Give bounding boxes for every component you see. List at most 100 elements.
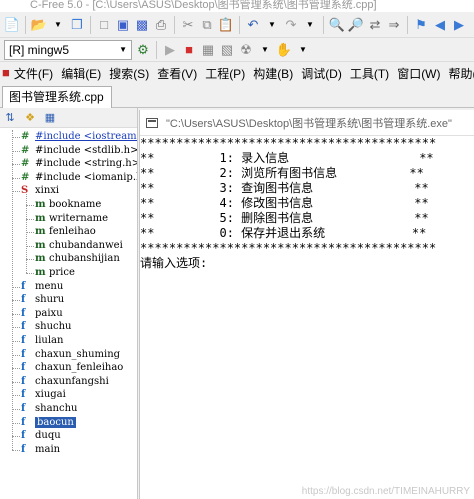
compile-icon[interactable]: ⚙ bbox=[135, 42, 151, 58]
tree-connector bbox=[26, 259, 34, 261]
console-line: ** 5: 删除图书信息 ** bbox=[140, 211, 429, 225]
console-window: "C:\Users\ASUS\Desktop\图书管理系统\图书管理系统.exe… bbox=[139, 110, 474, 499]
console-line: ** 4: 修改图书信息 ** bbox=[140, 196, 429, 210]
tab-source-file[interactable]: 图书管理系统.cpp bbox=[2, 86, 112, 108]
dropdown-arrow-icon[interactable]: ▼ bbox=[302, 17, 318, 33]
tree-function[interactable]: f menu bbox=[21, 280, 63, 294]
function-icon: f bbox=[21, 362, 26, 374]
tree-connector bbox=[12, 341, 20, 342]
main-toolbar: 📄 📂 ▼ ❐ □ ▣ ▩ ⎙ ✂ ⧉ 📋 ↶ ▼ ↷ ▼ 🔍 🔎 ⇄ ⇒ ⚑ … bbox=[0, 12, 474, 38]
sort-icon[interactable]: ⇅ bbox=[2, 110, 18, 126]
tree-function[interactable]: f duqu bbox=[21, 429, 61, 443]
paste-icon[interactable]: 📋 bbox=[218, 17, 234, 33]
menu-help[interactable]: 帮助(H) bbox=[445, 65, 474, 82]
dropdown-arrow-icon[interactable]: ▼ bbox=[257, 42, 273, 58]
tree-function-label: paixu bbox=[35, 307, 63, 319]
save-icon[interactable]: ▣ bbox=[115, 17, 131, 33]
function-icon: f bbox=[21, 389, 26, 401]
menu-tools[interactable]: 工具(T) bbox=[346, 65, 393, 82]
menu-build[interactable]: 构建(B) bbox=[249, 65, 297, 82]
tree-function[interactable]: f chaxunfangshi bbox=[21, 375, 109, 389]
tree-function[interactable]: f main bbox=[21, 443, 60, 457]
tree-function[interactable]: f xiugai bbox=[21, 388, 66, 402]
dropdown-arrow-icon[interactable]: ▼ bbox=[295, 42, 311, 58]
find-next-icon[interactable]: 🔎 bbox=[348, 17, 364, 33]
undo-icon[interactable]: ↶ bbox=[245, 17, 261, 33]
open-project-icon[interactable]: ❐ bbox=[69, 17, 85, 33]
menu-search[interactable]: 搜索(S) bbox=[105, 65, 153, 82]
filter-icon[interactable]: ❖ bbox=[22, 110, 38, 126]
bookmark-prev-icon[interactable]: ◀ bbox=[432, 17, 448, 33]
tree-include[interactable]: # #include <stdlib.h> bbox=[21, 144, 137, 158]
open-folder-icon[interactable]: 📂 bbox=[31, 17, 47, 33]
tree-function[interactable]: f shuchu bbox=[21, 320, 72, 334]
copy-icon[interactable]: ⧉ bbox=[199, 17, 215, 33]
menu-project[interactable]: 工程(P) bbox=[201, 65, 249, 82]
compiler-select[interactable]: [R] mingw5 ▼ bbox=[4, 39, 132, 60]
tree-member[interactable]: m bookname bbox=[35, 198, 101, 212]
goto-icon[interactable]: ⇒ bbox=[386, 17, 402, 33]
function-icon: f bbox=[21, 375, 26, 387]
cut-icon[interactable]: ✂ bbox=[180, 17, 196, 33]
tree-include[interactable]: # #include <iostream.h> bbox=[21, 130, 137, 144]
tree-member[interactable]: m writername bbox=[35, 212, 108, 226]
tree-member[interactable]: m fenleihao bbox=[35, 225, 96, 239]
tree-connector bbox=[12, 354, 20, 356]
tree-function-selected[interactable]: f baocun bbox=[21, 416, 76, 430]
tree-function-label: shuru bbox=[35, 294, 65, 306]
new-file-icon[interactable]: 📄 bbox=[4, 17, 20, 33]
dropdown-arrow-icon[interactable]: ▼ bbox=[50, 17, 66, 33]
class-view-panel: ⇅ ❖ ▦ # #include <iostream.h> # #include <s… bbox=[0, 108, 138, 499]
menu-window[interactable]: 窗口(W) bbox=[393, 65, 444, 82]
bookmark-next-icon[interactable]: ▶ bbox=[451, 17, 467, 33]
print-icon[interactable]: ⎙ bbox=[153, 17, 169, 33]
menu-edit[interactable]: 编辑(E) bbox=[57, 65, 105, 82]
menu-debug[interactable]: 调试(D) bbox=[297, 65, 346, 82]
dropdown-arrow-icon[interactable]: ▼ bbox=[264, 17, 280, 33]
debug-icon[interactable]: ☢ bbox=[238, 42, 254, 58]
tree-function[interactable]: f paixu bbox=[21, 307, 63, 321]
hash-icon: # bbox=[21, 158, 30, 170]
function-icon: f bbox=[21, 348, 26, 360]
tree-member[interactable]: m price bbox=[35, 266, 75, 280]
tree-function-label: chaxun_fenleihao bbox=[35, 362, 124, 374]
tree-function[interactable]: f shuru bbox=[21, 293, 64, 307]
find-icon[interactable]: 🔍 bbox=[329, 17, 345, 33]
function-icon: f bbox=[21, 403, 26, 414]
tree-include-label: #include <iostream.h> bbox=[35, 131, 137, 142]
console-title: "C:\Users\ASUS\Desktop\图书管理系统\图书管理系统.exe… bbox=[166, 117, 452, 130]
replace-icon[interactable]: ⇄ bbox=[367, 17, 383, 33]
settings-icon[interactable]: ✋ bbox=[276, 42, 292, 58]
tree-function-label: xiugai bbox=[35, 389, 66, 401]
rebuild-icon[interactable]: ▧ bbox=[219, 42, 235, 58]
tree-include[interactable]: # #include <string.h> bbox=[21, 157, 138, 171]
redo-icon[interactable]: ↷ bbox=[283, 17, 299, 33]
tree-member[interactable]: m chubanshijian bbox=[35, 252, 120, 266]
hash-icon: # bbox=[21, 131, 30, 142]
close-file-icon[interactable]: □ bbox=[96, 17, 112, 33]
tree-function[interactable]: f chaxun_shuming bbox=[21, 348, 120, 362]
menu-view[interactable]: 查看(V) bbox=[153, 65, 201, 82]
build-toolbar: [R] mingw5 ▼ ⚙ ▶ ■ ▦ ▧ ☢ ▼ ✋ ▼ bbox=[0, 38, 474, 62]
build-icon[interactable]: ▦ bbox=[200, 42, 216, 58]
bookmark-icon[interactable]: ⚑ bbox=[413, 17, 429, 33]
tree-function-label: liulan bbox=[35, 335, 64, 346]
function-icon: f bbox=[21, 416, 26, 428]
tree-member-label: writername bbox=[49, 212, 109, 224]
menu-file[interactable]: 文件(F) bbox=[10, 65, 57, 82]
hash-icon: # bbox=[21, 171, 30, 183]
stop-icon[interactable]: ■ bbox=[181, 42, 197, 58]
class-view-icon[interactable]: ▦ bbox=[42, 110, 58, 126]
run-icon[interactable]: ▶ bbox=[162, 42, 178, 58]
tree-connector bbox=[12, 177, 20, 179]
tree-include[interactable]: # #include <iomanip.h> bbox=[21, 171, 137, 185]
tree-include-label: #include <string.h> bbox=[35, 158, 138, 170]
member-icon: m bbox=[35, 253, 46, 265]
save-all-icon[interactable]: ▩ bbox=[134, 17, 150, 33]
console-titlebar: "C:\Users\ASUS\Desktop\图书管理系统\图书管理系统.exe… bbox=[140, 110, 474, 136]
member-icon: m bbox=[35, 267, 46, 278]
tree-function[interactable]: f shanchu bbox=[21, 402, 77, 416]
tree-function[interactable]: f chaxun_fenleihao bbox=[21, 361, 123, 375]
tree-function[interactable]: f liulan bbox=[21, 334, 63, 348]
tree-member[interactable]: m chubandanwei bbox=[35, 239, 123, 253]
